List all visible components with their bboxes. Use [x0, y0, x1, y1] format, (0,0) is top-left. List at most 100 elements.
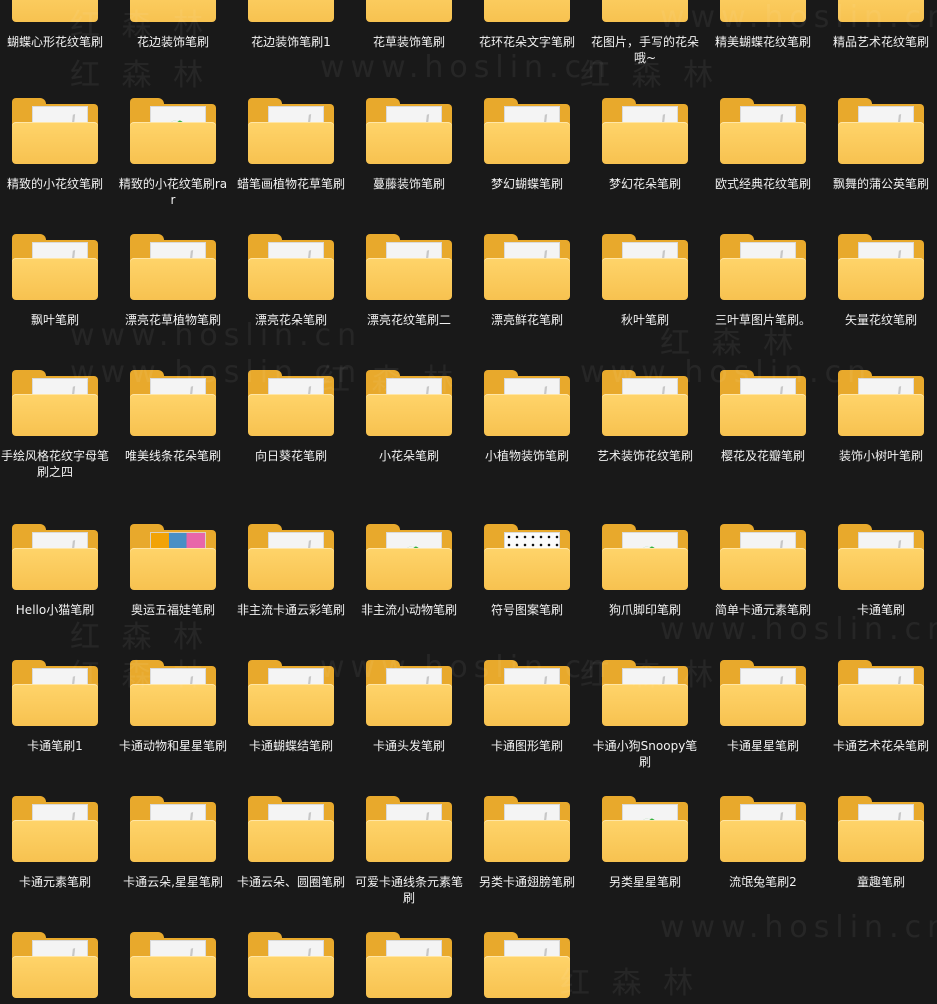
folder-item[interactable]: 向日葵花笔刷 [234, 370, 348, 464]
folder-item[interactable]: 非主流卡通云彩笔刷 [234, 524, 348, 618]
folder-item[interactable]: 漂亮鲜花笔刷 [470, 234, 584, 328]
folder-label: 飘叶笔刷 [30, 313, 79, 327]
folder-item[interactable]: 樱花及花瓣笔刷 [706, 370, 820, 464]
folder-item[interactable]: 卡通笔刷 [824, 524, 937, 618]
folder-item[interactable]: Hello小猫笔刷 [0, 524, 112, 618]
folder-label: 精美蝴蝶花纹笔刷 [714, 35, 811, 49]
watermark-text: 红 森 林 [70, 620, 210, 655]
folder-item[interactable]: 漂亮花草植物笔刷 [116, 234, 230, 328]
folder-item[interactable] [234, 932, 348, 1000]
folder-label: 精致的小花纹笔刷 [6, 177, 103, 191]
folder-label: 非主流小动物笔刷 [360, 603, 457, 617]
folder-label: 小植物装饰笔刷 [484, 449, 569, 463]
folder-label: 精品艺术花纹笔刷 [832, 35, 929, 49]
folder-icon [366, 370, 452, 438]
folder-item[interactable]: 手绘风格花纹字母笔刷之四 [0, 370, 112, 480]
folder-item[interactable]: 小花朵笔刷 [352, 370, 466, 464]
folder-label: 精致的小花纹笔刷rar [118, 177, 228, 207]
folder-item[interactable]: 蜡笔画植物花草笔刷 [234, 98, 348, 192]
folder-item[interactable]: 精美蝴蝶花纹笔刷 [706, 0, 820, 50]
folder-label: 蔓藤装饰笔刷 [372, 177, 445, 191]
folder-item[interactable]: 蝴蝶心形花纹笔刷 [0, 0, 112, 50]
folder-item[interactable]: 花草装饰笔刷 [352, 0, 466, 50]
folder-label: 秋叶笔刷 [620, 313, 669, 327]
folder-item[interactable]: 卡通笔刷1 [0, 660, 112, 754]
folder-item[interactable] [116, 932, 230, 1000]
folder-item[interactable]: 流氓兔笔刷2 [706, 796, 820, 890]
folder-item[interactable]: 另类卡通翅膀笔刷 [470, 796, 584, 890]
folder-icon [248, 932, 334, 1000]
folder-label: 装饰小树叶笔刷 [838, 449, 923, 463]
folder-item[interactable]: 可爱卡通线条元素笔刷 [352, 796, 466, 906]
folder-icon [12, 0, 98, 24]
folder-item[interactable]: 花图片，手写的花朵哦~ [588, 0, 702, 66]
folder-item[interactable]: 梦幻蝴蝶笔刷 [470, 98, 584, 192]
folder-item[interactable]: 童趣笔刷 [824, 796, 937, 890]
folder-item[interactable]: 卡通图形笔刷 [470, 660, 584, 754]
folder-icon [366, 234, 452, 302]
folder-item[interactable]: 三叶草图片笔刷。 [706, 234, 820, 328]
folder-item[interactable] [470, 932, 584, 1000]
folder-icon [484, 796, 570, 864]
folder-item[interactable]: 简单卡通元素笔刷 [706, 524, 820, 618]
folder-item[interactable]: 卡通头发笔刷 [352, 660, 466, 754]
folder-icon [248, 370, 334, 438]
folder-item[interactable]: 梦幻花朵笔刷 [588, 98, 702, 192]
folder-item[interactable]: 卡通云朵,星星笔刷 [116, 796, 230, 890]
folder-green-icon [130, 98, 216, 166]
folder-icon [130, 660, 216, 728]
folder-icon [602, 370, 688, 438]
folder-item[interactable]: 符号图案笔刷 [470, 524, 584, 618]
folder-icon [484, 98, 570, 166]
folder-item[interactable]: 小植物装饰笔刷 [470, 370, 584, 464]
folder-icon [12, 660, 98, 728]
folder-item[interactable]: 漂亮花纹笔刷二 [352, 234, 466, 328]
folder-item[interactable]: 精致的小花纹笔刷 [0, 98, 112, 192]
folder-item[interactable]: 唯美线条花朵笔刷 [116, 370, 230, 464]
folder-item[interactable]: 装饰小树叶笔刷 [824, 370, 937, 464]
folder-icon [838, 98, 924, 166]
folder-item[interactable]: 飘舞的蒲公英笔刷 [824, 98, 937, 192]
folder-icon [130, 0, 216, 24]
folder-item[interactable]: 花环花朵文字笔刷 [470, 0, 584, 50]
folder-item[interactable]: 漂亮花朵笔刷 [234, 234, 348, 328]
folder-item[interactable]: 矢量花纹笔刷 [824, 234, 937, 328]
folder-item[interactable]: 狗爪脚印笔刷 [588, 524, 702, 618]
folder-item[interactable]: 花边装饰笔刷 [116, 0, 230, 50]
folder-item[interactable]: 卡通小狗Snoopy笔刷 [588, 660, 702, 770]
folder-item[interactable]: 卡通云朵、圆圈笔刷 [234, 796, 348, 890]
folder-icon [12, 524, 98, 592]
folder-green-icon [366, 524, 452, 592]
folder-item[interactable]: 艺术装饰花纹笔刷 [588, 370, 702, 464]
folder-item[interactable]: 蔓藤装饰笔刷 [352, 98, 466, 192]
folder-item[interactable]: 卡通艺术花朵笔刷 [824, 660, 937, 754]
folder-item[interactable] [352, 932, 466, 1000]
folder-label: 另类卡通翅膀笔刷 [478, 875, 575, 889]
folder-item[interactable]: 欧式经典花纹笔刷 [706, 98, 820, 192]
folder-item[interactable]: 精致的小花纹笔刷rar [116, 98, 230, 208]
folder-item[interactable]: 花边装饰笔刷1 [234, 0, 348, 50]
folder-item[interactable]: 精品艺术花纹笔刷 [824, 0, 937, 50]
folder-item[interactable]: 秋叶笔刷 [588, 234, 702, 328]
folder-item[interactable]: 卡通元素笔刷 [0, 796, 112, 890]
folder-label: 卡通笔刷1 [27, 739, 83, 753]
folder-item[interactable]: 非主流小动物笔刷 [352, 524, 466, 618]
folder-icon [130, 370, 216, 438]
folder-item[interactable]: 奥运五福娃笔刷 [116, 524, 230, 618]
folder-symbols-icon [484, 524, 570, 592]
folder-icon [838, 234, 924, 302]
folder-item[interactable]: 卡通动物和星星笔刷 [116, 660, 230, 754]
folder-label: 卡通动物和星星笔刷 [118, 739, 227, 753]
folder-icon [602, 660, 688, 728]
folder-item[interactable]: 另类星星笔刷 [588, 796, 702, 890]
folder-icon [838, 660, 924, 728]
folder-item[interactable]: 飘叶笔刷 [0, 234, 112, 328]
folder-icon [720, 660, 806, 728]
folder-label: 花边装饰笔刷1 [251, 35, 331, 49]
folder-icon [248, 660, 334, 728]
folder-item[interactable]: 卡通星星笔刷 [706, 660, 820, 754]
folder-label: 可爱卡通线条元素笔刷 [354, 875, 463, 905]
folder-item[interactable] [0, 932, 112, 1000]
folder-label: 卡通元素笔刷 [18, 875, 91, 889]
folder-item[interactable]: 卡通蝴蝶结笔刷 [234, 660, 348, 754]
